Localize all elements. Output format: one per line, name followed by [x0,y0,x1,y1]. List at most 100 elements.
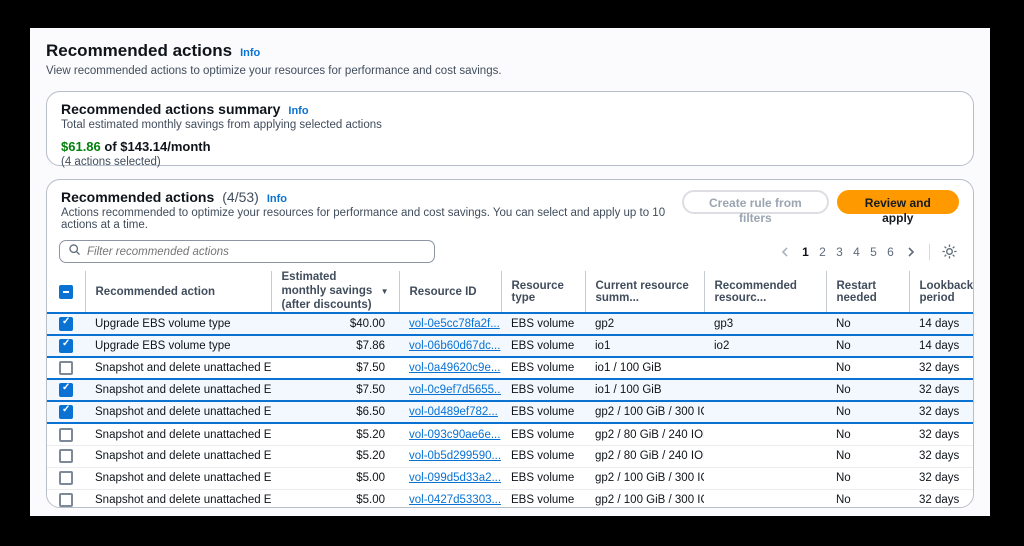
column-header-lookback-period[interactable]: Lookback period [909,271,974,313]
recommended-actions-card: Recommended actions (4/53) Info Actions … [46,179,974,508]
column-header-resource-type[interactable]: Resource type [501,271,585,313]
column-header-recommended-resource[interactable]: Recommended resourc... [704,271,826,313]
resource-id-link[interactable]: vol-093c90ae6e... [409,429,500,441]
cell-restart-needed: No [826,335,909,357]
table-row[interactable]: Snapshot and delete unattached EBS volum… [47,467,974,489]
row-checkbox[interactable] [59,471,73,485]
row-checkbox[interactable] [59,317,73,331]
select-all-checkbox[interactable] [59,285,73,299]
resource-id-link[interactable]: vol-0b5d299590... [409,450,501,462]
cell-recommended-resource [704,467,826,489]
cell-estimated-savings: $5.20 [271,423,399,445]
cell-lookback-period: 32 days [909,423,974,445]
pagination-page-3[interactable]: 3 [831,243,848,261]
cell-current-resource: gp2 / 80 GiB / 240 IOPS... [585,445,704,467]
resource-id-link[interactable]: vol-06b60d67dc... [409,340,500,352]
cell-estimated-savings: $7.86 [271,335,399,357]
table-row[interactable]: Snapshot and delete unattached EBS volum… [47,445,974,467]
cell-recommended-resource: io2 [704,335,826,357]
table-preferences-gear-icon[interactable] [939,242,959,262]
cell-resource-type: EBS volume [501,489,585,508]
cell-resource-type: EBS volume [501,445,585,467]
cell-recommended-action: Snapshot and delete unattached EBS volum… [85,445,271,467]
cell-estimated-savings: $5.00 [271,467,399,489]
table-row[interactable]: Snapshot and delete unattached EBS volum… [47,401,974,423]
create-rule-from-filters-button[interactable]: Create rule from filters [682,190,828,214]
cell-recommended-resource [704,357,826,379]
cell-recommended-action: Snapshot and delete unattached EBS volum… [85,401,271,423]
column-header-estimated-savings[interactable]: Estimated monthly savings (after discoun… [271,271,399,313]
column-header-recommended-action[interactable]: Recommended action [85,271,271,313]
cell-resource-type: EBS volume [501,401,585,423]
row-checkbox[interactable] [59,405,73,419]
cell-recommended-action: Snapshot and delete unattached EBS volum… [85,467,271,489]
pagination: 123456 [776,242,959,262]
column-header-resource-id[interactable]: Resource ID [399,271,501,313]
sort-descending-icon[interactable]: ▼ [381,287,389,296]
summary-card: Recommended actions summary Info Total e… [46,91,974,166]
pagination-page-6[interactable]: 6 [882,243,899,261]
resource-id-link[interactable]: vol-0a49620c9e... [409,362,500,374]
resource-id-link[interactable]: vol-0d489ef782... [409,406,498,418]
cell-recommended-resource [704,379,826,401]
cell-resource-type: EBS volume [501,357,585,379]
page-header: Recommended actions Info View recommende… [30,28,990,77]
cell-lookback-period: 32 days [909,489,974,508]
cell-resource-type: EBS volume [501,313,585,335]
recommended-actions-table: Recommended action Estimated monthly sav… [47,271,973,508]
summary-description: Total estimated monthly savings from app… [61,119,959,131]
summary-info-link[interactable]: Info [288,105,308,117]
search-icon [68,243,81,261]
cell-estimated-savings: $6.50 [271,401,399,423]
pagination-page-1[interactable]: 1 [797,243,814,261]
page-title: Recommended actions [46,41,232,61]
row-checkbox[interactable] [59,339,73,353]
cell-restart-needed: No [826,489,909,508]
column-header-restart-needed[interactable]: Restart needed [826,271,909,313]
review-and-apply-button[interactable]: Review and apply [837,190,959,214]
row-checkbox[interactable] [59,428,73,442]
table-card-title: Recommended actions [61,189,214,205]
cell-resource-type: EBS volume [501,423,585,445]
cell-lookback-period: 14 days [909,313,974,335]
cell-current-resource: gp2 / 80 GiB / 240 IOPS... [585,423,704,445]
row-checkbox[interactable] [59,383,73,397]
table-header-row: Recommended action Estimated monthly sav… [47,271,974,313]
resource-id-link[interactable]: vol-099d5d33a2... [409,472,501,484]
cell-estimated-savings: $40.00 [271,313,399,335]
cell-lookback-period: 32 days [909,401,974,423]
row-checkbox[interactable] [59,361,73,375]
pagination-page-4[interactable]: 4 [848,243,865,261]
cell-current-resource: io1 [585,335,704,357]
resource-id-link[interactable]: vol-0e5cc78fa2f... [409,318,500,330]
next-page-icon[interactable] [902,243,920,261]
cell-current-resource: gp2 / 100 GiB / 300 IOP... [585,489,704,508]
resource-id-link[interactable]: vol-0c9ef7d5655... [409,384,501,396]
cell-lookback-period: 32 days [909,445,974,467]
cell-recommended-action: Snapshot and delete unattached EBS volum… [85,379,271,401]
resource-id-link[interactable]: vol-0427d53303... [409,494,501,506]
row-checkbox[interactable] [59,449,73,463]
console-page: Recommended actions Info View recommende… [30,28,990,516]
previous-page-icon[interactable] [776,243,794,261]
cell-lookback-period: 14 days [909,335,974,357]
pagination-page-5[interactable]: 5 [865,243,882,261]
cell-estimated-savings: $7.50 [271,357,399,379]
column-header-current-resource[interactable]: Current resource summ... [585,271,704,313]
table-row[interactable]: Upgrade EBS volume type $40.00 vol-0e5cc… [47,313,974,335]
table-row[interactable]: Snapshot and delete unattached EBS volum… [47,357,974,379]
filter-input[interactable] [87,246,426,258]
table-row[interactable]: Snapshot and delete unattached EBS volum… [47,379,974,401]
pagination-page-2[interactable]: 2 [814,243,831,261]
cell-recommended-resource [704,401,826,423]
cell-restart-needed: No [826,467,909,489]
table-row[interactable]: Snapshot and delete unattached EBS volum… [47,423,974,445]
cell-restart-needed: No [826,357,909,379]
table-row[interactable]: Snapshot and delete unattached EBS volum… [47,489,974,508]
row-checkbox[interactable] [59,493,73,507]
pager-divider [929,244,930,260]
table-info-link[interactable]: Info [267,193,287,205]
table-row[interactable]: Upgrade EBS volume type $7.86 vol-06b60d… [47,335,974,357]
cell-recommended-action: Upgrade EBS volume type [85,313,271,335]
page-info-link[interactable]: Info [240,47,260,59]
